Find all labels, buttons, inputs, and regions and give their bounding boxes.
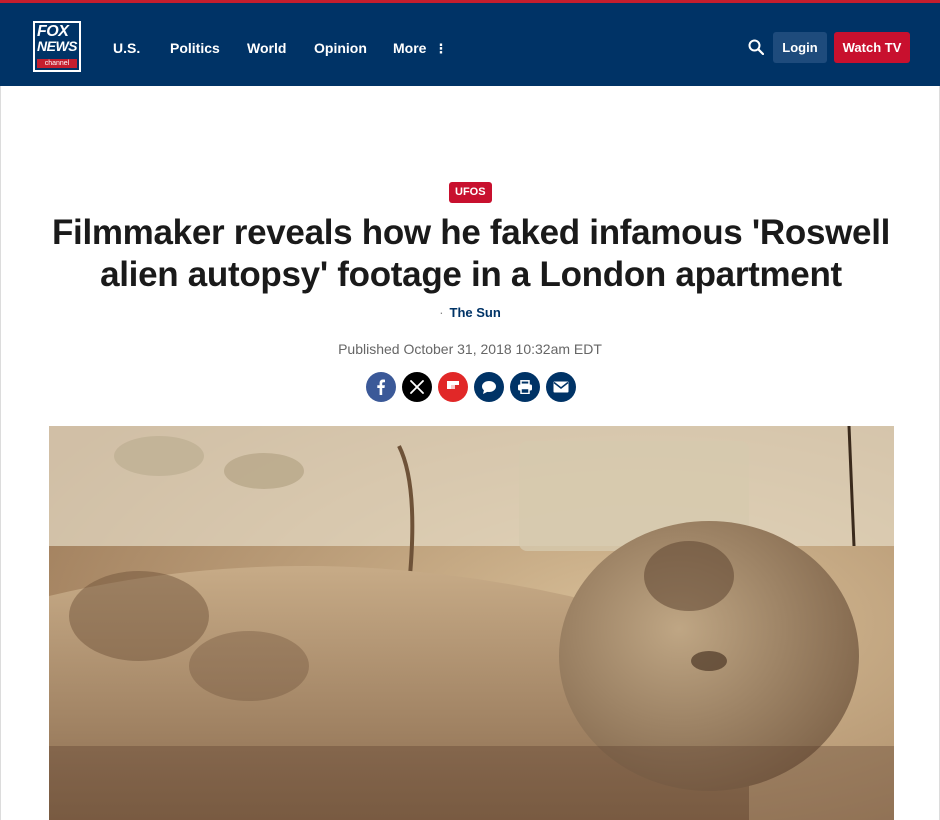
email-icon bbox=[553, 381, 569, 393]
x-icon bbox=[410, 380, 424, 394]
byline: · The Sun bbox=[0, 305, 940, 320]
page-left-border bbox=[0, 86, 1, 820]
nav-us[interactable]: U.S. bbox=[113, 40, 140, 56]
category-badge[interactable]: UFOS bbox=[449, 182, 492, 203]
login-button[interactable]: Login bbox=[773, 32, 827, 63]
source-link[interactable]: The Sun bbox=[450, 305, 501, 320]
comments-button[interactable] bbox=[474, 372, 504, 402]
nav-politics[interactable]: Politics bbox=[170, 40, 220, 56]
x-share-button[interactable] bbox=[402, 372, 432, 402]
fox-news-logo[interactable]: FOX NEWS channel bbox=[33, 21, 81, 72]
published-date: Published October 31, 2018 10:32am EDT bbox=[338, 341, 602, 357]
email-share-button[interactable] bbox=[546, 372, 576, 402]
search-icon[interactable] bbox=[748, 39, 764, 55]
alien-autopsy-photo bbox=[49, 426, 894, 820]
byline-separator: · bbox=[439, 305, 444, 320]
flipboard-icon bbox=[447, 381, 459, 389]
facebook-share-button[interactable] bbox=[366, 372, 396, 402]
more-dots-icon: ⋮ bbox=[434, 41, 448, 56]
logo-channel-text: channel bbox=[37, 59, 77, 68]
nav-more-label: More bbox=[393, 40, 427, 56]
top-navigation-bar: FOX NEWS channel U.S. Politics World Opi… bbox=[0, 0, 940, 86]
facebook-icon bbox=[377, 379, 385, 395]
watch-tv-button[interactable]: Watch TV bbox=[834, 32, 910, 63]
comments-icon bbox=[482, 380, 496, 394]
nav-world[interactable]: World bbox=[247, 40, 286, 56]
nav-more[interactable]: More ⋮ bbox=[393, 40, 447, 57]
logo-news-text: NEWS bbox=[37, 38, 78, 54]
print-icon bbox=[518, 380, 532, 394]
print-button[interactable] bbox=[510, 372, 540, 402]
nav-opinion[interactable]: Opinion bbox=[314, 40, 367, 56]
article-headline: Filmmaker reveals how he faked infamous … bbox=[51, 213, 891, 294]
flipboard-share-button[interactable] bbox=[438, 372, 468, 402]
article-hero-image[interactable] bbox=[49, 426, 894, 820]
